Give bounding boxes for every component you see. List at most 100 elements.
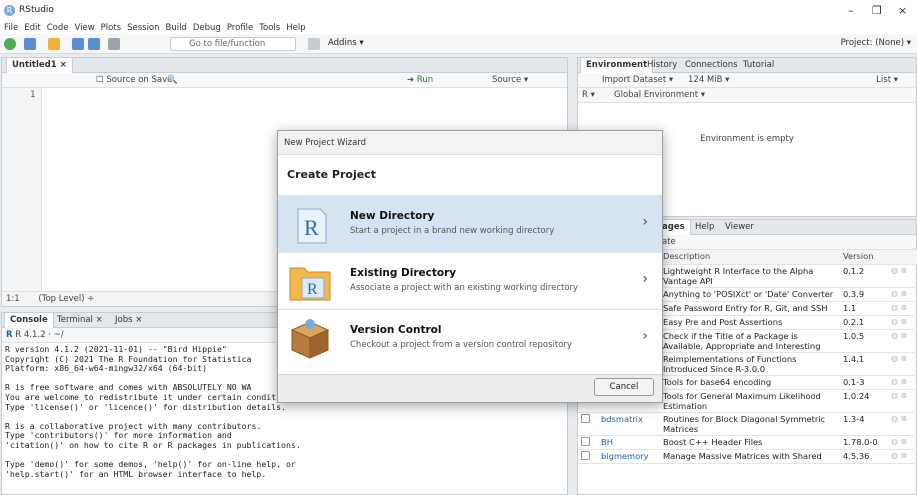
version-control-box-icon <box>290 319 330 359</box>
package-version: 1.4.1 <box>840 352 888 376</box>
save-all-icon[interactable] <box>88 38 100 50</box>
search-icon[interactable]: 🔍 <box>167 73 178 88</box>
package-checkbox[interactable] <box>578 412 598 436</box>
new-directory-description: Start a project in a brand new working d… <box>350 226 555 236</box>
console-line: 'help.start()' for an HTML browser inter… <box>5 468 267 479</box>
package-description: Lightweight R Interface to the Alpha Van… <box>660 264 840 288</box>
list-view-button[interactable]: List ▾ <box>876 73 898 88</box>
menu-tools[interactable]: Tools <box>259 22 280 34</box>
tab-untitled1[interactable]: Untitled1 × <box>6 58 73 73</box>
menu-profile[interactable]: Profile <box>227 22 253 34</box>
package-version: 0.2.1 <box>840 315 888 330</box>
tab-viewer[interactable]: Viewer <box>720 220 759 235</box>
package-actions-icon[interactable]: ◍ ⊗ <box>888 435 917 450</box>
tab-terminal[interactable]: Terminal × <box>52 313 108 328</box>
package-actions-icon[interactable]: ◍ ⊗ <box>888 287 917 302</box>
window-title: RStudio <box>19 5 54 15</box>
package-row[interactable]: bdsmatrix Routines for Block Diagonal Sym… <box>578 412 917 436</box>
chevron-right-icon: › <box>642 271 648 287</box>
working-directory: R 4.1.2 · ~/ <box>15 330 64 340</box>
svg-text:R: R <box>307 281 318 298</box>
package-description: Boost C++ Header Files <box>660 435 840 450</box>
addins-menu[interactable]: Addins ▾ <box>328 38 364 48</box>
new-project-icon[interactable] <box>24 38 36 50</box>
menu-code[interactable]: Code <box>47 22 69 34</box>
package-actions-icon[interactable]: ◍ ⊗ <box>888 412 917 436</box>
package-name[interactable]: bdsmatrix <box>598 412 660 436</box>
environment-tabbar: Environment History Connections Tutorial <box>578 58 916 73</box>
global-environment-selector[interactable]: Global Environment ▾ <box>614 88 705 103</box>
tab-tutorial[interactable]: Tutorial <box>738 58 779 73</box>
tab-console[interactable]: Console <box>4 313 54 328</box>
dialog-title: New Project Wizard <box>278 131 662 155</box>
update-button[interactable]: ate <box>662 235 676 250</box>
console-line: 'citation()' on how to cite R or R packa… <box>5 439 301 450</box>
package-row[interactable]: bigmemory Manage Massive Matrices with Sh… <box>578 449 917 464</box>
minimize-button[interactable]: – <box>848 4 854 17</box>
language-selector[interactable]: R ▾ <box>582 88 595 103</box>
package-actions-icon[interactable]: ◍ ⊗ <box>888 375 917 390</box>
package-description: Tools for base64 encoding <box>660 375 840 390</box>
package-actions-icon[interactable]: ◍ ⊗ <box>888 315 917 330</box>
memory-usage[interactable]: 124 MiB ▾ <box>688 73 729 88</box>
col-actions <box>888 250 917 265</box>
close-button[interactable]: × <box>898 4 907 17</box>
source-on-save-checkbox[interactable]: ☐ Source on Save <box>96 73 172 88</box>
run-button[interactable]: ➜ Run <box>407 73 433 88</box>
package-checkbox[interactable] <box>578 449 598 464</box>
existing-directory-option[interactable]: R Existing Directory Associate a project… <box>278 252 662 309</box>
cancel-button[interactable]: Cancel <box>594 378 654 396</box>
scope-selector[interactable]: (Top Level) ÷ <box>38 294 94 304</box>
version-control-title: Version Control <box>350 324 442 336</box>
maximize-button[interactable]: ❐ <box>872 4 882 17</box>
tab-jobs[interactable]: Jobs × <box>110 313 147 328</box>
menu-build[interactable]: Build <box>166 22 187 34</box>
import-dataset-button[interactable]: Import Dataset ▾ <box>602 73 673 88</box>
package-actions-icon[interactable]: ◍ ⊗ <box>888 449 917 464</box>
package-name[interactable]: BH <box>598 435 660 450</box>
open-file-icon[interactable] <box>48 38 60 50</box>
menu-session[interactable]: Session <box>127 22 159 34</box>
rstudio-logo-icon: R <box>4 5 15 16</box>
tab-help[interactable]: Help <box>690 220 719 235</box>
package-actions-icon[interactable]: ◍ ⊗ <box>888 301 917 316</box>
package-actions-icon[interactable]: ◍ ⊗ <box>888 389 917 413</box>
project-menu[interactable]: Project: (None) ▾ <box>841 38 911 48</box>
package-version: 1.0.5 <box>840 329 888 353</box>
version-control-option[interactable]: Version Control Checkout a project from … <box>278 309 662 366</box>
package-checkbox[interactable] <box>578 435 598 450</box>
package-row[interactable]: BH Boost C++ Header Files 1.78.0-0 ◍ ⊗ <box>578 435 917 450</box>
package-actions-icon[interactable]: ◍ ⊗ <box>888 329 917 353</box>
menu-plots[interactable]: Plots <box>101 22 121 34</box>
package-description: Check if the Title of a Package is Avail… <box>660 329 840 353</box>
menu-edit[interactable]: Edit <box>24 22 40 34</box>
goto-file-input[interactable]: Go to file/function <box>170 37 296 51</box>
new-directory-option[interactable]: R New Directory Start a project in a bra… <box>278 195 662 252</box>
environment-toolbar: Import Dataset ▾ 124 MiB ▾ List ▾ <box>578 73 916 88</box>
dialog-footer: Cancel <box>278 374 662 402</box>
menu-help[interactable]: Help <box>286 22 305 34</box>
menu-view[interactable]: View <box>74 22 94 34</box>
tab-history[interactable]: History <box>642 58 682 73</box>
package-version: 0.3.9 <box>840 287 888 302</box>
package-version: 0.1-3 <box>840 375 888 390</box>
menu-file[interactable]: File <box>4 22 18 34</box>
package-description: Tools for General Maximum Likelihood Est… <box>660 389 840 413</box>
source-button[interactable]: Source ▾ <box>492 73 528 88</box>
cursor-position: 1:1 <box>6 294 20 304</box>
new-directory-title: New Directory <box>350 210 435 222</box>
package-name[interactable]: bigmemory <box>598 449 660 464</box>
console-line: Type 'license()' or 'licence()' for dist… <box>5 401 286 412</box>
save-icon[interactable] <box>72 38 84 50</box>
line-gutter: 1 <box>2 88 42 291</box>
package-actions-icon[interactable]: ◍ ⊗ <box>888 352 917 376</box>
tab-connections[interactable]: Connections <box>680 58 743 73</box>
package-description: Reimplementations of Functions Introduce… <box>660 352 840 376</box>
print-icon[interactable] <box>108 38 120 50</box>
package-version: 1.3-4 <box>840 412 888 436</box>
menu-debug[interactable]: Debug <box>193 22 221 34</box>
grid-icon[interactable] <box>308 38 320 50</box>
new-file-icon[interactable] <box>4 38 16 50</box>
package-actions-icon[interactable]: ◍ ⊗ <box>888 264 917 288</box>
existing-directory-description: Associate a project with an existing wor… <box>350 283 579 293</box>
